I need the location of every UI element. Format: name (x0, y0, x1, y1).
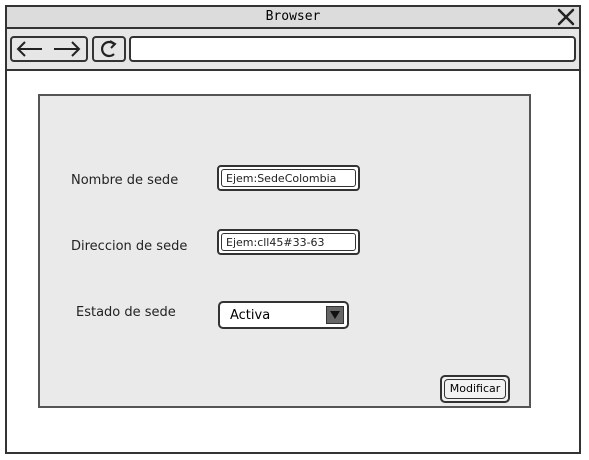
nombre-label: Nombre de sede (71, 173, 179, 188)
window-title: Browser (265, 9, 321, 24)
browser-toolbar (7, 29, 579, 71)
direccion-label: Direccion de sede (71, 239, 188, 254)
edit-sede-form: Nombre de sede Ejem:SedeColombia Direcci… (38, 94, 531, 408)
refresh-icon (101, 40, 117, 58)
title-bar: Browser (7, 7, 579, 29)
back-forward-buttons (10, 36, 88, 62)
forward-arrow-icon[interactable] (54, 41, 81, 57)
estado-select-value: Activa (230, 308, 271, 323)
estado-select[interactable]: Activa (218, 301, 349, 329)
direccion-input[interactable]: Ejem:cll45#33-63 (217, 229, 360, 255)
back-arrow-icon[interactable] (16, 41, 42, 57)
modificar-button-label: Modificar (444, 379, 506, 399)
estado-label: Estado de sede (76, 305, 176, 320)
refresh-button[interactable] (92, 36, 126, 62)
nombre-input[interactable]: Ejem:SedeColombia (217, 165, 360, 191)
close-icon[interactable] (556, 7, 576, 27)
direccion-input-value: Ejem:cll45#33-63 (221, 233, 356, 251)
nombre-input-value: Ejem:SedeColombia (221, 169, 356, 187)
url-bar[interactable] (129, 36, 576, 62)
chevron-down-icon (326, 306, 344, 324)
modificar-button[interactable]: Modificar (440, 375, 510, 403)
